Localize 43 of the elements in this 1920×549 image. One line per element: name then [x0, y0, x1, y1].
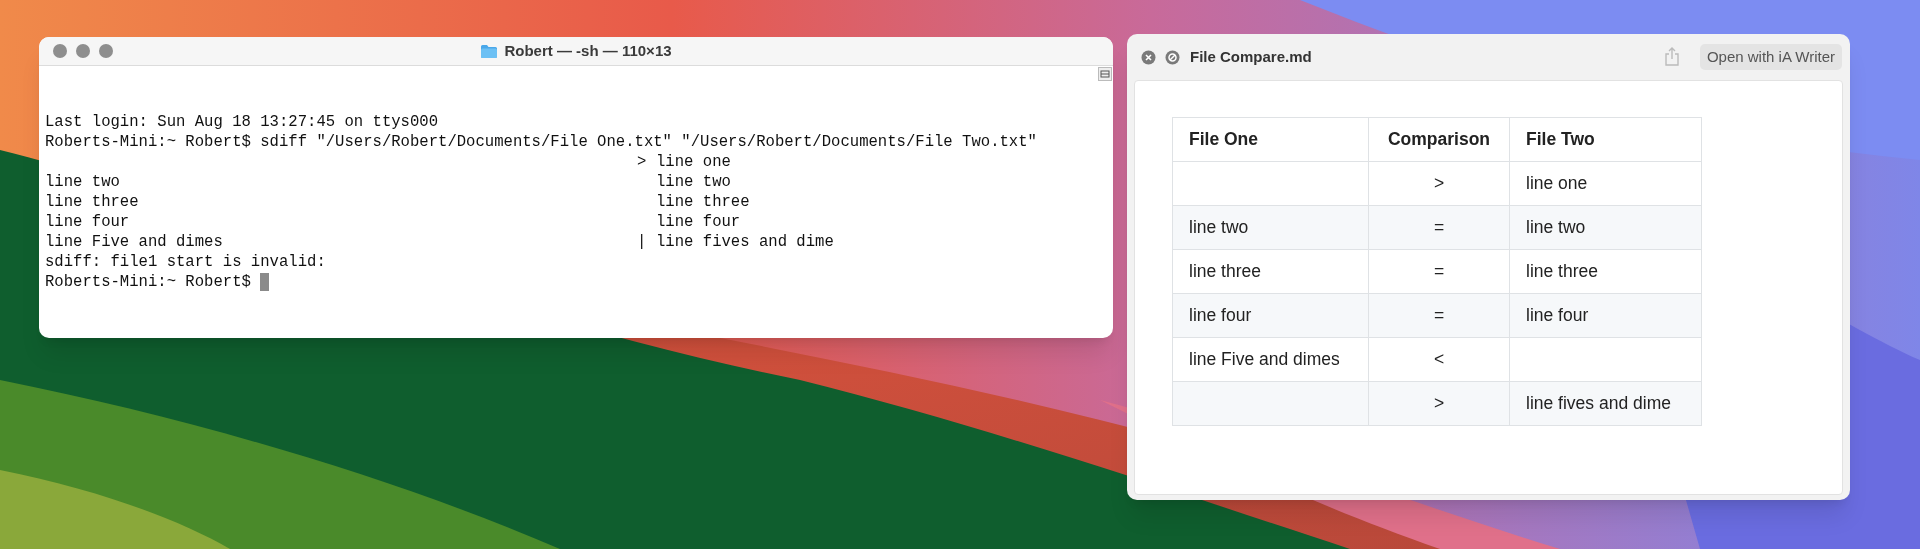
- column-header: File One: [1172, 117, 1369, 162]
- text-cursor: [259, 273, 269, 291]
- table-cell: line two: [1526, 217, 1586, 238]
- folder-icon: [480, 43, 499, 59]
- table-cell: line one: [1526, 173, 1588, 194]
- terminal-line: line Five and dimes: [45, 233, 223, 251]
- table-cell: >: [1433, 393, 1445, 414]
- terminal-line: line four: [45, 213, 130, 231]
- minimize-button[interactable]: [76, 44, 90, 58]
- close-button[interactable]: [53, 44, 67, 58]
- terminal-line: line three: [656, 193, 750, 211]
- table-cell: line three: [1526, 261, 1598, 282]
- window-title: Robert — -sh — 110×13: [504, 40, 672, 61]
- table-cell: =: [1433, 217, 1445, 238]
- table-cell: >: [1433, 173, 1445, 194]
- terminal-line: sdiff: file1 start is invalid:: [45, 253, 326, 271]
- zoom-button[interactable]: [99, 44, 113, 58]
- table-cell: <: [1433, 349, 1445, 370]
- open-with-button[interactable]: Open with iA Writer: [1699, 44, 1842, 70]
- table-cell: line Five and dimes: [1189, 349, 1340, 370]
- table-cell: line two: [1189, 217, 1249, 238]
- share-icon[interactable]: [1663, 47, 1680, 67]
- terminal-line: line three: [45, 193, 139, 211]
- table-cell: line three: [1189, 261, 1261, 282]
- terminal-line: line four: [656, 213, 741, 231]
- window-title: File Compare.md: [1190, 46, 1312, 67]
- terminal-line: line two: [656, 173, 731, 191]
- terminal-line: line fives and dime: [656, 233, 834, 251]
- table-cell: =: [1433, 305, 1445, 326]
- diff-marker: |: [637, 233, 647, 251]
- table-cell: line four: [1189, 305, 1252, 326]
- column-header: File Two: [1509, 117, 1702, 162]
- table-cell: line four: [1526, 305, 1589, 326]
- table-cell: =: [1433, 261, 1445, 282]
- terminal-line: line two: [45, 173, 120, 191]
- terminal-line: line one: [656, 153, 731, 171]
- column-header: Comparison: [1368, 117, 1510, 162]
- terminal-line: Roberts-Mini:~ Robert$ sdiff "/Users/Robert/Documents/File One.txt" "/Users/Robert/Documents/File Two.txt": [45, 133, 1037, 151]
- close-icon[interactable]: [1141, 49, 1156, 65]
- diff-marker: >: [637, 153, 647, 171]
- terminal-prompt: Roberts-Mini:~ Robert$: [45, 272, 251, 292]
- terminal-line: Last login: Sun Aug 18 13:27:45 on ttys000: [45, 113, 439, 131]
- table-cell: line fives and dime: [1526, 393, 1671, 414]
